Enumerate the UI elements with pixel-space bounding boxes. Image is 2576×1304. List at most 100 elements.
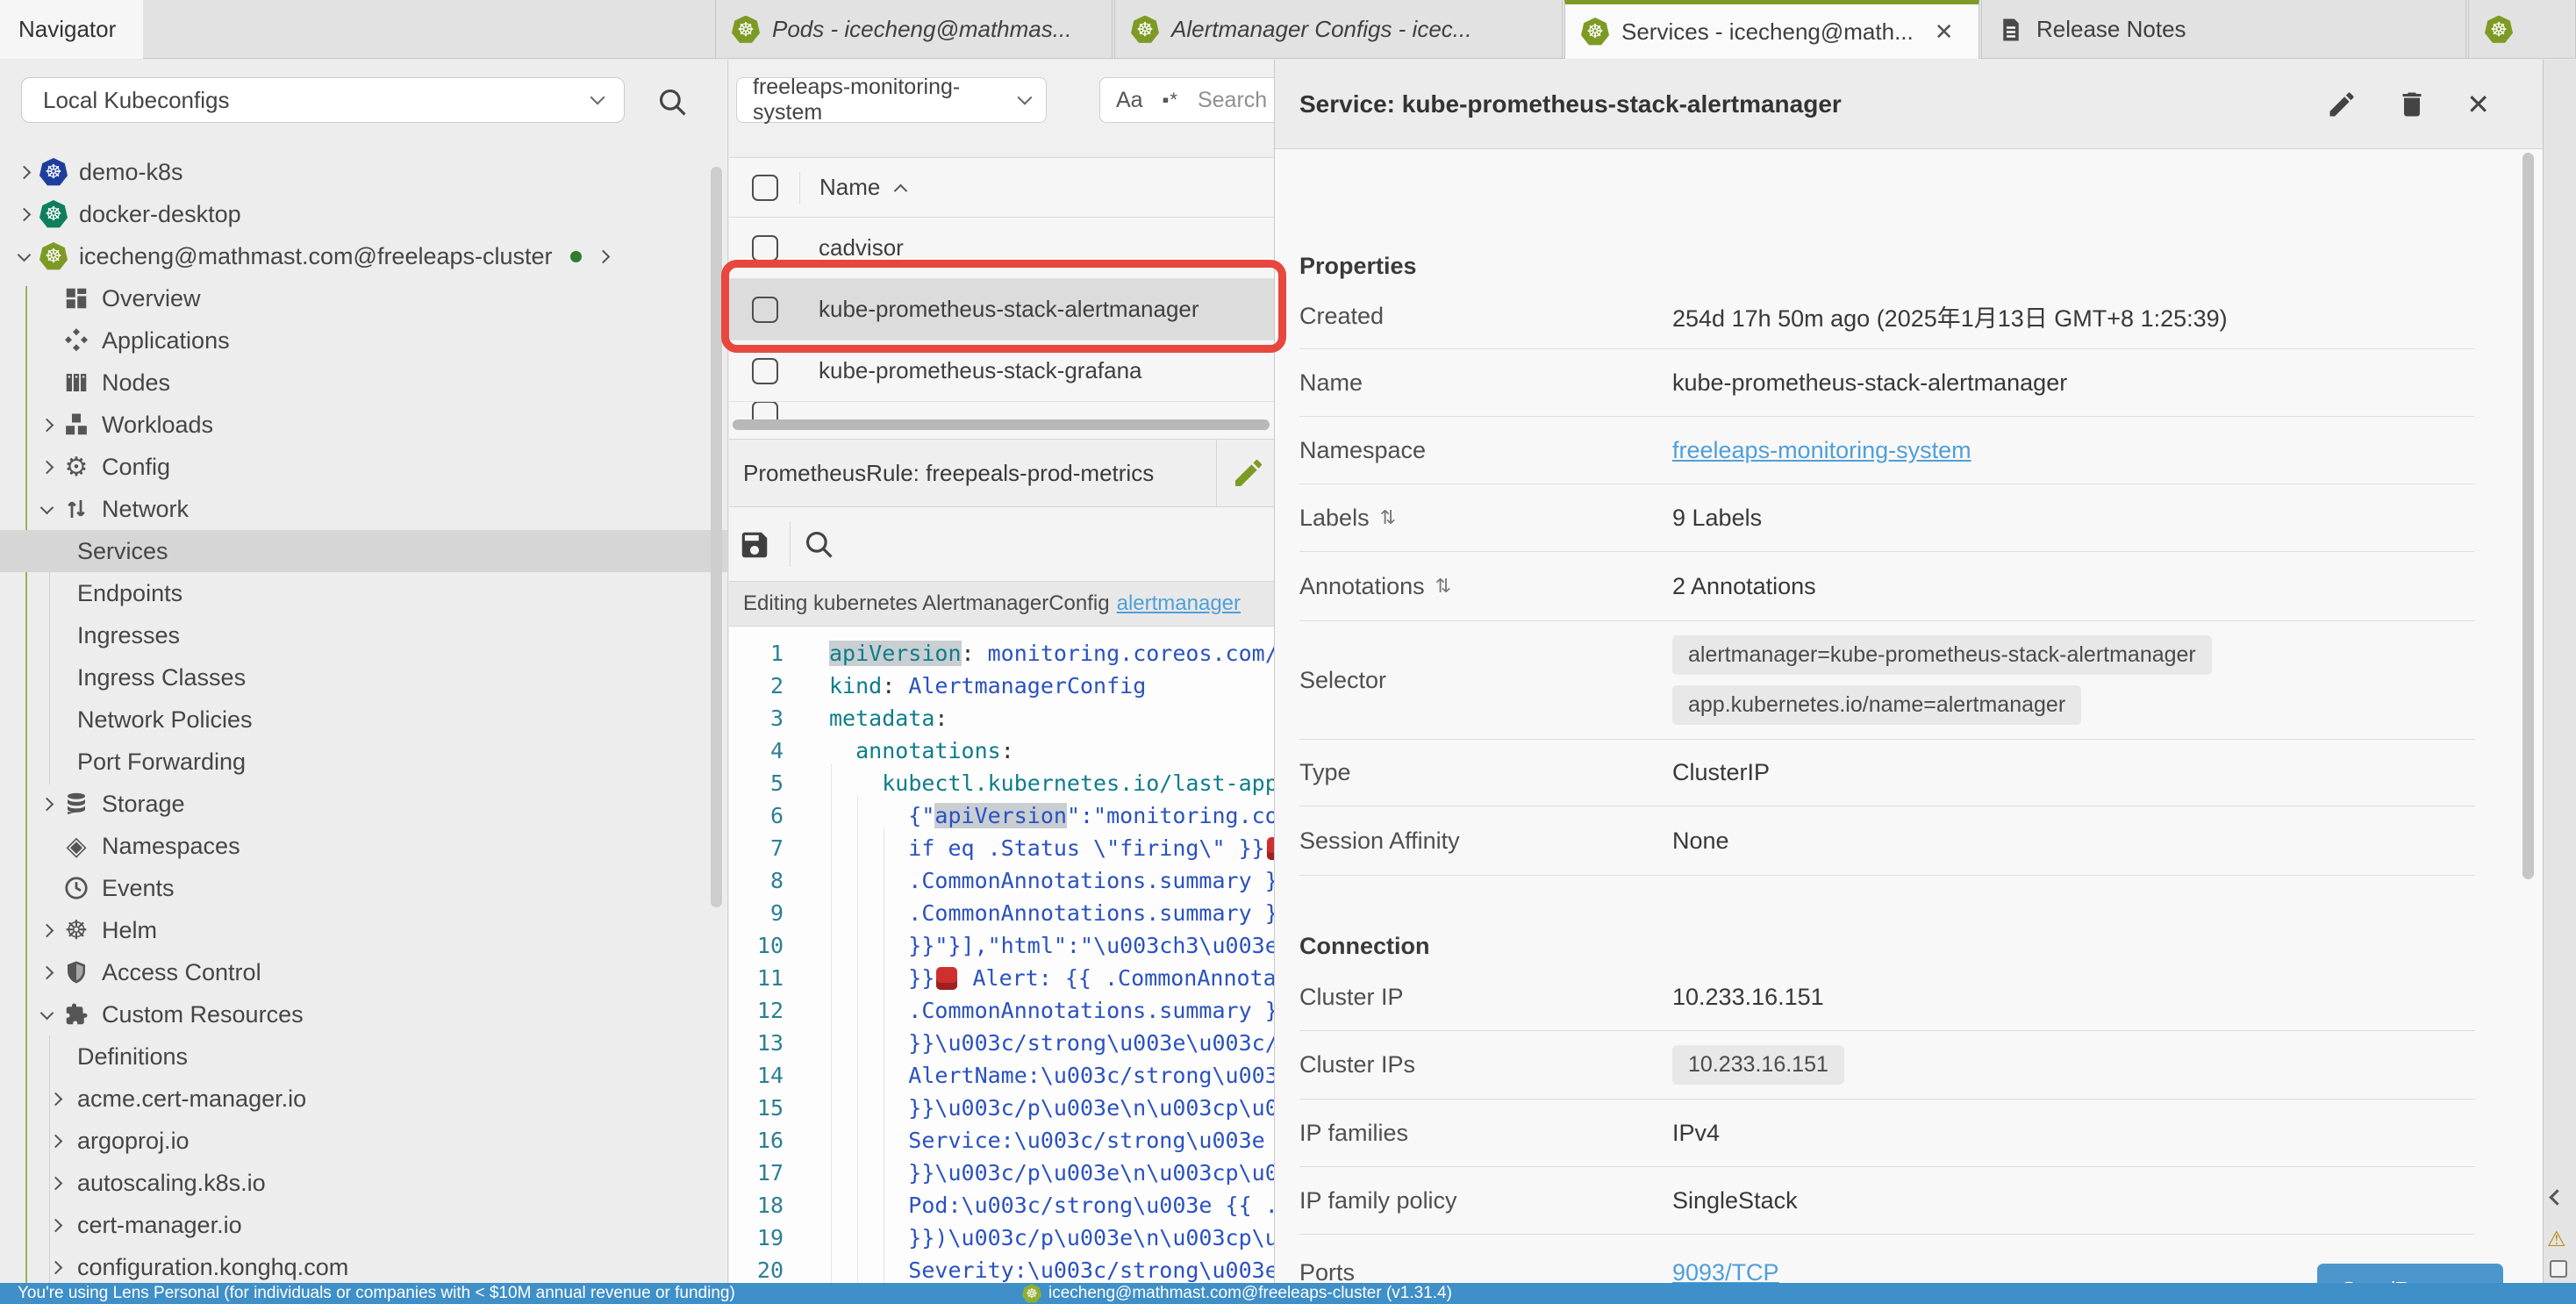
chevron-right-icon[interactable] xyxy=(592,252,615,262)
sidebar-item-autoscaling-k8s-io[interactable]: autoscaling.k8s.io xyxy=(0,1162,727,1204)
code-line[interactable]: 8 .CommonAnnotations.summary }}- xyxy=(729,864,1334,897)
table-row-kube-prometheus-stack-alertmanager[interactable]: kube-prometheus-stack-alertmanager xyxy=(729,279,1334,340)
sidebar-item-overview[interactable]: Overview xyxy=(0,277,727,319)
sidebar-item-workloads[interactable]: Workloads xyxy=(0,404,727,446)
sidebar-item-applications[interactable]: Applications xyxy=(0,319,727,362)
regex-toggle[interactable]: ▪* xyxy=(1163,89,1178,111)
code-line[interactable]: 17 }}\u003c/p\u003e\n\u003cp\u003 xyxy=(729,1157,1334,1189)
sidebar-item-port-forwarding[interactable]: Port Forwarding xyxy=(0,741,727,783)
sidebar-item-ingresses[interactable]: Ingresses xyxy=(0,614,727,656)
sidebar-item-config[interactable]: ⚙Config xyxy=(0,446,727,488)
code-line[interactable]: 4 annotations: xyxy=(729,734,1334,767)
warning-icon[interactable]: ⚠ xyxy=(2547,1227,2566,1252)
sidebar-item-namespaces[interactable]: ◈Namespaces xyxy=(0,825,727,867)
sort-ascending-icon[interactable] xyxy=(894,184,908,198)
chevron-down-icon[interactable] xyxy=(35,506,58,512)
close-icon[interactable]: ✕ xyxy=(2466,88,2490,121)
code-line[interactable]: 6 {"apiVersion":"monitoring.core xyxy=(729,799,1334,832)
panel-icon[interactable] xyxy=(2550,1260,2567,1278)
editing-resource-link[interactable]: alertmanager xyxy=(1117,591,1241,616)
sidebar-scrollbar[interactable] xyxy=(711,167,722,907)
tab-overflow[interactable]: ☸ xyxy=(2468,0,2576,59)
sidebar-item-icecheng-mathmast-com-freeleaps-cluster[interactable]: ☸icecheng@mathmast.com@freeleaps-cluster xyxy=(0,235,727,277)
code-line[interactable]: 2kind: AlertmanagerConfig xyxy=(729,670,1334,702)
search-icon[interactable] xyxy=(656,86,690,119)
sidebar-item-helm[interactable]: ☸Helm xyxy=(0,909,727,951)
sidebar-item-docker-desktop[interactable]: ☸docker-desktop xyxy=(0,193,727,235)
horizontal-scrollbar[interactable] xyxy=(733,419,1270,430)
code-line[interactable]: 19 }})\u003c/p\u003e\n\u003cp\u00 xyxy=(729,1222,1334,1254)
code-line[interactable]: 11 }} Alert: {{ .CommonAnnotati xyxy=(729,962,1334,994)
chevron-right-icon[interactable] xyxy=(12,168,35,177)
sidebar-item-cert-manager-io[interactable]: cert-manager.io xyxy=(0,1204,727,1246)
code-line[interactable]: 7 if eq .Status \"firing\" }} xyxy=(729,832,1334,864)
table-row-kube-prometheus-stack-grafana[interactable]: kube-prometheus-stack-grafana xyxy=(729,340,1334,402)
namespace-link[interactable]: freeleaps-monitoring-system xyxy=(1672,437,1971,464)
select-all-checkbox[interactable] xyxy=(752,175,778,201)
chevron-down-icon[interactable] xyxy=(12,254,35,260)
tab-alertmanager-configs[interactable]: ☸ Alertmanager Configs - icec... xyxy=(1114,0,1563,59)
code-line[interactable]: 15 }}\u003c/p\u003e\n\u003cp\u003 xyxy=(729,1092,1334,1124)
save-icon[interactable] xyxy=(738,528,771,562)
tab-release-notes[interactable]: Release Notes xyxy=(1981,0,2466,59)
chevron-right-icon[interactable] xyxy=(44,1263,67,1272)
sidebar-item-ingress-classes[interactable]: Ingress Classes xyxy=(0,656,727,699)
code-line[interactable]: 12 .CommonAnnotations.summary }}- xyxy=(729,994,1334,1027)
chevron-right-icon[interactable] xyxy=(44,1094,67,1104)
sidebar-item-services[interactable]: Services xyxy=(0,530,727,572)
sidebar-item-network-policies[interactable]: Network Policies xyxy=(0,699,727,741)
delete-icon[interactable] xyxy=(2396,89,2428,120)
edit-icon[interactable] xyxy=(2326,89,2358,120)
code-line[interactable]: 5 kubectl.kubernetes.io/last-appli xyxy=(729,767,1334,799)
chevron-right-icon[interactable] xyxy=(12,210,35,219)
chevron-right-icon[interactable] xyxy=(44,1136,67,1146)
chevron-down-icon[interactable] xyxy=(35,1012,58,1018)
kubeconfig-select[interactable]: Local Kubeconfigs xyxy=(21,77,625,123)
chevron-right-icon[interactable] xyxy=(35,420,58,430)
sidebar-item-argoproj-io[interactable]: argoproj.io xyxy=(0,1120,727,1162)
code-line[interactable]: 13 }}\u003c/strong\u003e\u003c/h3 xyxy=(729,1027,1334,1059)
row-checkbox[interactable] xyxy=(752,358,778,384)
code-line[interactable]: 20 Severity:\u003c/strong\u003e xyxy=(729,1254,1334,1283)
row-checkbox[interactable] xyxy=(752,235,778,262)
code-line[interactable]: 16 Service:\u003c/strong\u003e { xyxy=(729,1124,1334,1157)
drawer-scrollbar[interactable] xyxy=(2522,153,2534,879)
chevron-right-icon[interactable] xyxy=(35,799,58,809)
sidebar-item-configuration-konghq-com[interactable]: configuration.konghq.com xyxy=(0,1246,727,1283)
code-line[interactable]: 14 AlertName:\u003c/strong\u003e xyxy=(729,1059,1334,1092)
chevron-right-icon[interactable] xyxy=(35,462,58,472)
sidebar-item-acme-cert-manager-io[interactable]: acme.cert-manager.io xyxy=(0,1078,727,1120)
chevron-left-icon[interactable] xyxy=(2549,1189,2565,1205)
code-line[interactable]: 3metadata: xyxy=(729,702,1334,734)
tab-pods[interactable]: ☸ Pods - icecheng@mathmas... xyxy=(715,0,1113,59)
code-line[interactable]: 10 }}"}],"html":"\u003ch3\u003e\u xyxy=(729,929,1334,962)
chevron-right-icon[interactable] xyxy=(35,968,58,978)
close-tab-icon[interactable]: ✕ xyxy=(1935,18,1954,46)
sidebar-item-demo-k8s[interactable]: ☸demo-k8s xyxy=(0,151,727,193)
sidebar-item-storage[interactable]: Storage xyxy=(0,783,727,825)
sidebar-item-endpoints[interactable]: Endpoints xyxy=(0,572,727,614)
edit-resource-icon[interactable] xyxy=(1231,455,1266,491)
active-cluster-status[interactable]: ☸ icecheng@mathmast.com@freeleaps-cluste… xyxy=(1022,1284,1452,1303)
row-checkbox[interactable] xyxy=(752,297,778,323)
match-case-toggle[interactable]: Aa xyxy=(1116,88,1143,113)
sort-toggle-icon[interactable]: ⇅ xyxy=(1435,575,1451,598)
chevron-right-icon[interactable] xyxy=(35,926,58,935)
code-line[interactable]: 1apiVersion: monitoring.coreos.com/v1 xyxy=(729,637,1334,670)
code-line[interactable]: 9 .CommonAnnotations.summary }}- xyxy=(729,897,1334,929)
table-row-cadvisor[interactable]: cadvisor xyxy=(729,218,1334,279)
column-header-name[interactable]: Name xyxy=(819,174,880,201)
sidebar-item-definitions[interactable]: Definitions xyxy=(0,1035,727,1078)
yaml-editor[interactable]: 1apiVersion: monitoring.coreos.com/v12ki… xyxy=(729,627,1334,1283)
code-line[interactable]: 18 Pod:\u003c/strong\u003e {{ .Co xyxy=(729,1189,1334,1222)
sidebar-item-custom-resources[interactable]: Custom Resources xyxy=(0,993,727,1035)
sidebar-item-access-control[interactable]: Access Control xyxy=(0,951,727,993)
sidebar-item-events[interactable]: Events xyxy=(0,867,727,909)
find-icon[interactable] xyxy=(803,528,836,562)
sidebar-item-network[interactable]: Network xyxy=(0,488,727,530)
sort-toggle-icon[interactable]: ⇅ xyxy=(1380,506,1396,529)
chevron-right-icon[interactable] xyxy=(44,1221,67,1230)
sidebar-item-nodes[interactable]: Nodes xyxy=(0,362,727,404)
tab-services[interactable]: ☸ Services - icecheng@math... ✕ xyxy=(1564,0,1979,59)
namespace-select[interactable]: freeleaps-monitoring-system xyxy=(736,77,1047,123)
